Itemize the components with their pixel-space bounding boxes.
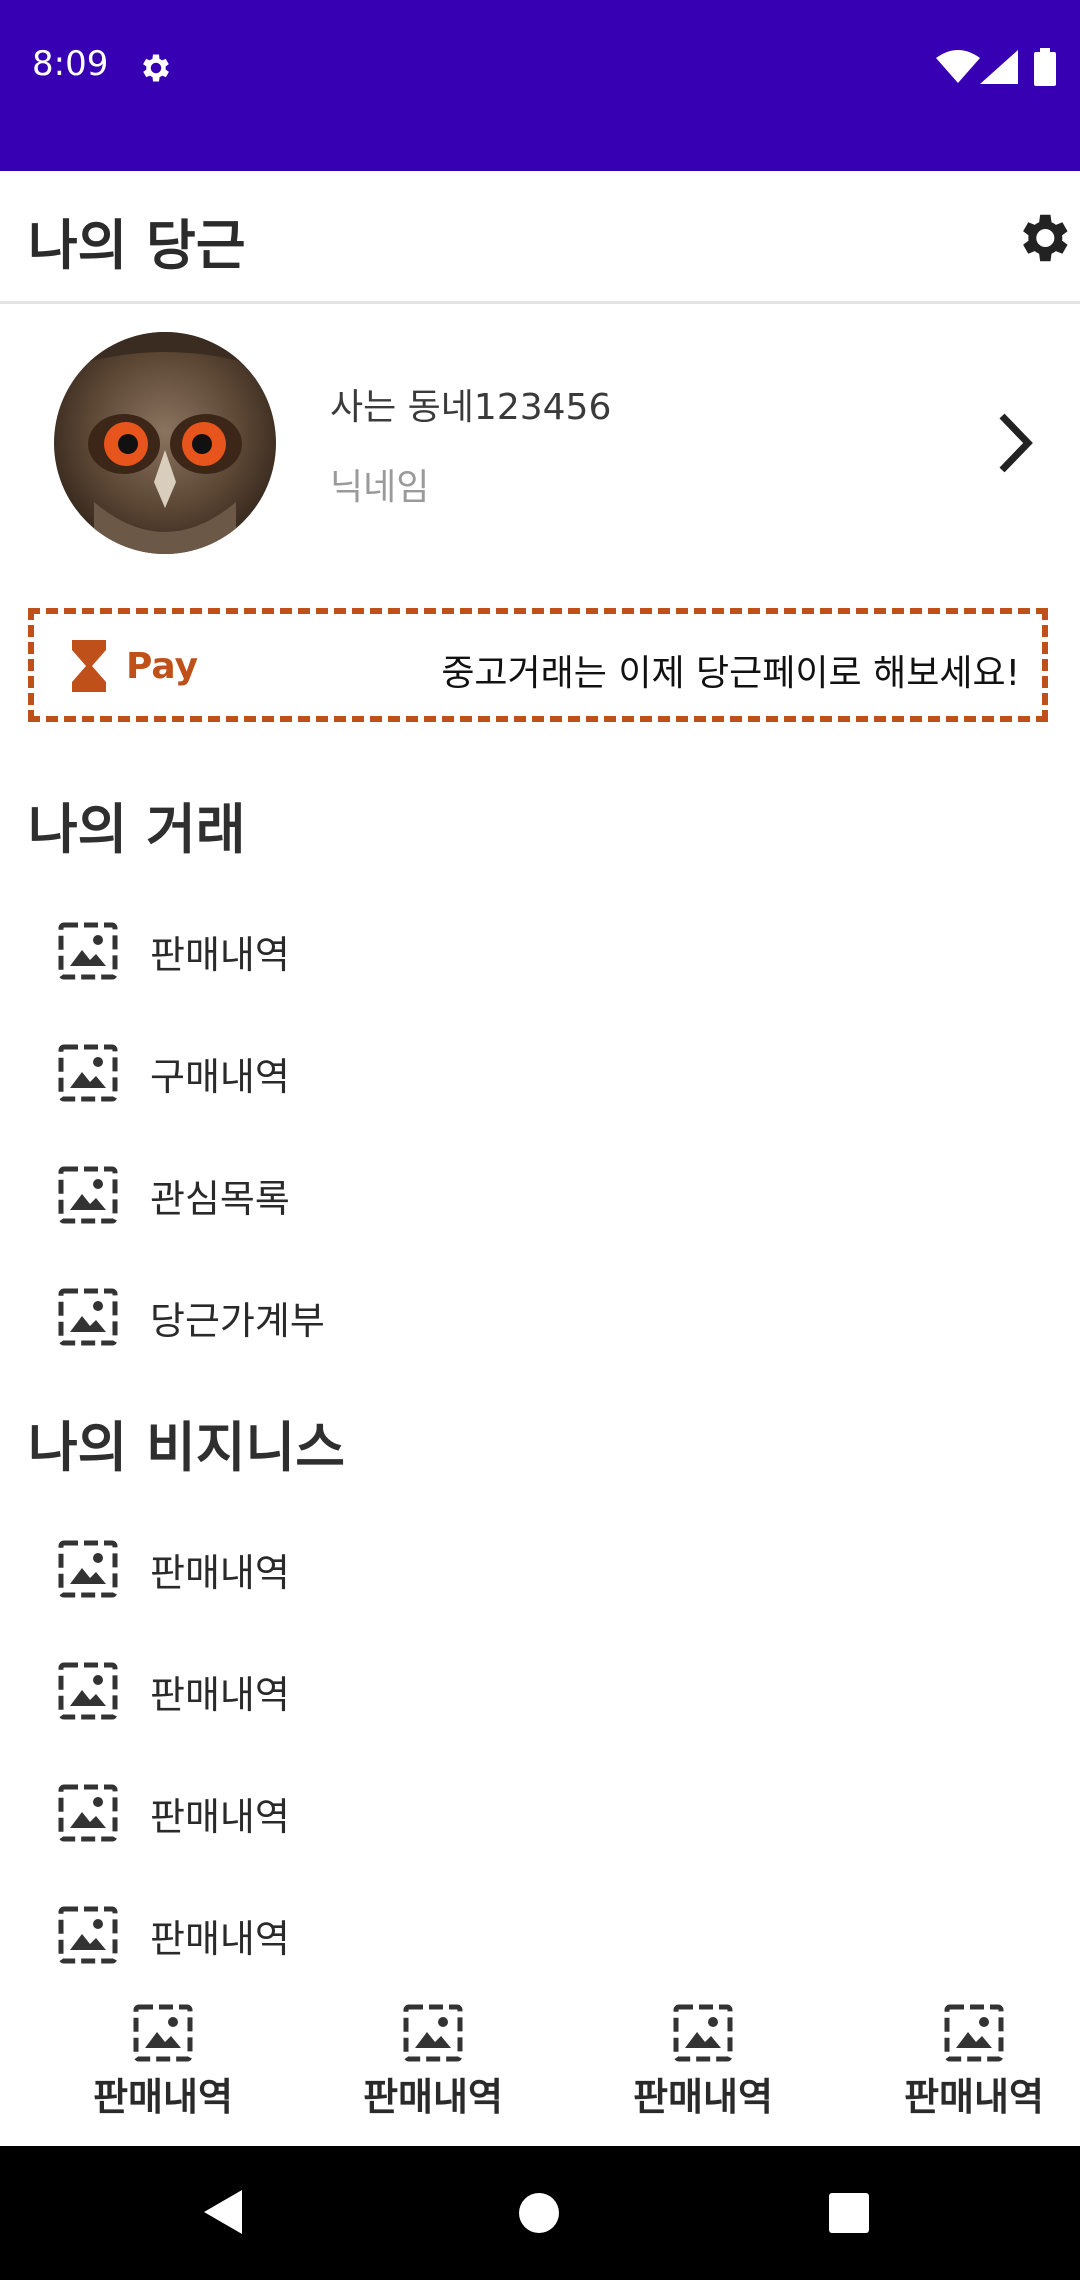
image-icon [58, 1044, 118, 1102]
pay-message: 중고거래는 이제 당근페이로 해보세요! [441, 653, 1020, 694]
image-icon [58, 1662, 118, 1720]
bottom-nav-item-1[interactable]: 판매내역 [28, 1986, 298, 2146]
image-icon [58, 922, 118, 980]
profile-nickname: 닉네임 [330, 467, 430, 508]
menu-item-business-3[interactable]: 판매내역 [0, 1760, 1080, 1860]
menu-item-label: 구매내역 [150, 1055, 290, 1099]
home-icon[interactable] [518, 2192, 560, 2234]
battery-icon [1034, 48, 1056, 86]
bottom-nav-item-4[interactable]: 판매내역 [838, 1986, 1080, 2146]
pay-logo-icon [72, 640, 106, 692]
menu-item-label: 판매내역 [150, 1551, 290, 1595]
menu-item-wishlist[interactable]: 관심목록 [0, 1142, 1080, 1242]
section-title-trades: 나의 거래 [28, 798, 246, 861]
menu-item-business-4[interactable]: 판매내역 [0, 1882, 1080, 1982]
image-icon [673, 2004, 733, 2062]
gear-icon [143, 54, 169, 82]
avatar [54, 332, 276, 554]
image-icon [58, 1540, 118, 1598]
menu-item-business-1[interactable]: 판매내역 [0, 1516, 1080, 1616]
bottom-nav-item-2[interactable]: 판매내역 [298, 1986, 568, 2146]
image-icon [58, 1906, 118, 1964]
pay-label: Pay [126, 646, 199, 687]
system-nav-bar [0, 2146, 1080, 2280]
pay-banner[interactable]: Pay 중고거래는 이제 당근페이로 해보세요! [28, 608, 1048, 722]
bottom-nav-item-3[interactable]: 판매내역 [568, 1986, 838, 2146]
page-title: 나의 당근 [28, 214, 246, 277]
section-title-business: 나의 비지니스 [28, 1416, 345, 1479]
menu-item-sales-history[interactable]: 판매내역 [0, 898, 1080, 998]
back-icon[interactable] [202, 2188, 244, 2236]
image-icon [58, 1166, 118, 1224]
menu-item-account-book[interactable]: 당근가계부 [0, 1264, 1080, 1364]
menu-item-label: 당근가계부 [150, 1299, 325, 1343]
bottom-nav-label: 판매내역 [363, 2075, 503, 2119]
recents-icon[interactable] [828, 2192, 870, 2234]
image-icon [58, 1288, 118, 1346]
bottom-nav-label: 판매내역 [93, 2075, 233, 2119]
signal-icon [980, 50, 1018, 84]
image-icon [133, 2004, 193, 2062]
bottom-nav-label: 판매내역 [904, 2075, 1044, 2119]
menu-item-purchase-history[interactable]: 구매내역 [0, 1020, 1080, 1120]
menu-item-label: 판매내역 [150, 933, 290, 977]
wifi-icon [936, 50, 980, 83]
profile-name: 사는 동네123456 [330, 387, 612, 428]
menu-item-business-2[interactable]: 판매내역 [0, 1638, 1080, 1738]
bottom-nav-label: 판매내역 [633, 2075, 773, 2119]
status-time: 8:09 [32, 44, 109, 84]
image-icon [58, 1784, 118, 1842]
menu-item-label: 관심목록 [150, 1177, 290, 1221]
image-icon [403, 2004, 463, 2062]
bottom-nav: 판매내역 판매내역 판매내역 판매내역 [0, 1986, 1080, 2146]
menu-item-label: 판매내역 [150, 1673, 290, 1717]
profile-row[interactable]: 사는 동네123456 닉네임 [0, 304, 1080, 574]
image-icon [944, 2004, 1004, 2062]
menu-item-label: 판매내역 [150, 1917, 290, 1961]
status-bar: 8:09 [0, 0, 1080, 171]
menu-item-label: 판매내역 [150, 1795, 290, 1839]
chevron-right-icon[interactable] [992, 412, 1040, 474]
settings-icon[interactable] [1012, 207, 1074, 269]
app-bar: 나의 당근 [0, 171, 1080, 304]
